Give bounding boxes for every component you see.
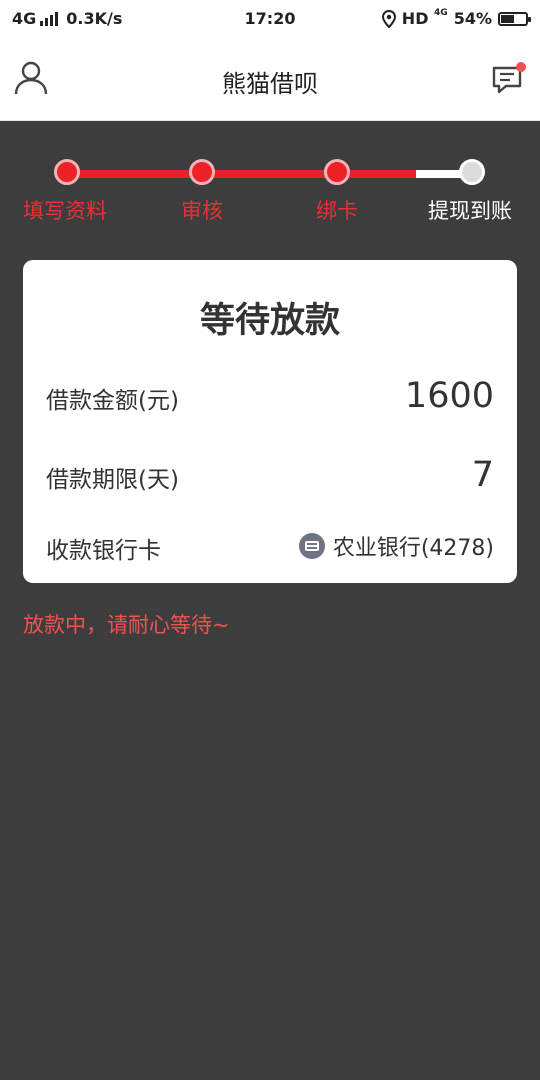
step-node-fill-info [54, 159, 80, 185]
battery-level [501, 14, 514, 23]
bank-card-text: 农业银行(4278) [332, 536, 494, 561]
progress-fill [67, 170, 417, 178]
unread-dot [516, 62, 526, 72]
status-bar-right: HD 4G 54% [381, 8, 531, 29]
message-button[interactable] [490, 60, 530, 100]
bank-card-value: 农业银行(4278) [298, 530, 494, 562]
loan-amount-value: 1600 [404, 376, 494, 416]
loan-term-label: 借款期限(天) [46, 467, 179, 493]
battery-percent: 54% [453, 9, 492, 28]
step-label-bind-card: 绑卡 [316, 199, 358, 223]
step-node-review [189, 159, 215, 185]
bank-card-label: 收款银行卡 [46, 538, 161, 564]
progress-track [67, 170, 473, 178]
status-bar: 4G 0.3K/s 17:20 HD 4G 54% [0, 0, 540, 38]
loan-amount-label: 借款金额(元) [46, 388, 179, 414]
hd-indicator: HD 4G [401, 8, 448, 29]
location-icon [381, 9, 396, 28]
step-label-fill-info: 填写资料 [23, 199, 107, 223]
bank-card-icon [298, 533, 325, 559]
step-node-bind-card [324, 159, 350, 185]
loan-term-value: 7 [471, 455, 494, 495]
battery-icon [498, 11, 531, 26]
hd-sub-label: 4G [434, 8, 448, 18]
step-label-withdraw: 提现到账 [428, 199, 512, 223]
loan-status-card: 等待放款 借款金额(元) 1600 借款期限(天) 7 收款银行卡 农业银行(4… [23, 260, 517, 583]
page-title: 熊猫借呗 [222, 70, 318, 98]
card-title: 等待放款 [199, 301, 340, 341]
status-note: 放款中，请耐心等待~ [23, 613, 230, 637]
step-node-withdraw [459, 159, 485, 185]
step-label-review: 审核 [181, 199, 223, 223]
app-header: 熊猫借呗 [0, 38, 540, 121]
